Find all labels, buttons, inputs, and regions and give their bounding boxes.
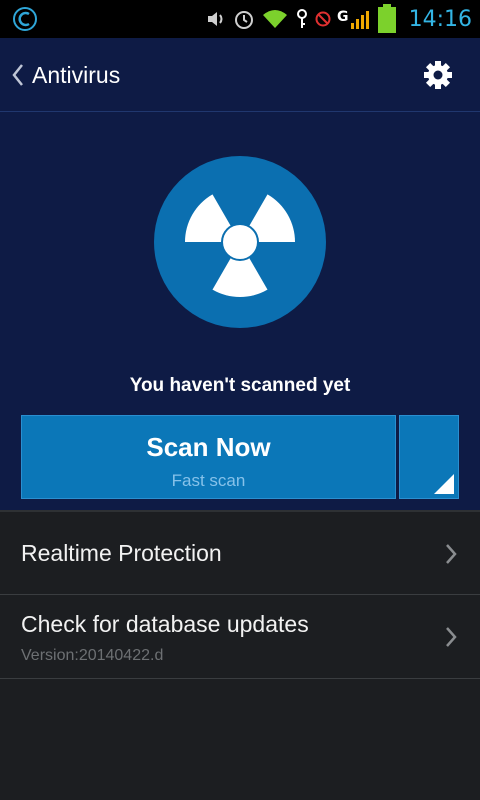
scan-type-label: Fast scan — [171, 471, 246, 490]
status-icons: G 14:16 — [199, 0, 472, 38]
radiation-icon — [154, 156, 326, 328]
scan-hero: Antivirus You haven't scanned yet Scan N… — [0, 38, 480, 510]
list-item-label: Check for database updates — [21, 611, 309, 637]
wifi-icon — [261, 8, 289, 30]
chevron-right-icon — [444, 542, 458, 566]
scan-options-button[interactable] — [399, 415, 459, 499]
svg-text:G: G — [337, 9, 349, 25]
g-signal-icon: G — [337, 7, 371, 31]
page-title[interactable]: Antivirus — [32, 58, 120, 92]
list-item-label: Realtime Protection — [21, 540, 222, 566]
key-icon — [295, 8, 309, 30]
database-version: Version:20140422.d — [21, 647, 164, 664]
chevron-right-icon — [444, 625, 458, 649]
app-bar: Antivirus — [0, 38, 480, 112]
gear-icon[interactable] — [422, 59, 454, 91]
scan-now-button[interactable]: Scan Now Fast scan — [21, 415, 396, 499]
no-sim-icon — [315, 11, 331, 27]
list-item-database-updates[interactable]: Check for database updates Version:20140… — [0, 595, 480, 679]
chevron-left-icon[interactable] — [10, 62, 26, 88]
list-item-realtime-protection[interactable]: Realtime Protection — [0, 512, 480, 595]
app-logo-icon — [12, 6, 38, 32]
scan-status-text: You haven't scanned yet — [129, 375, 351, 396]
status-clock: 14:16 — [408, 6, 472, 32]
battery-icon — [377, 4, 397, 34]
volume-icon — [205, 8, 227, 30]
status-bar: G 14:16 — [0, 0, 480, 38]
alarm-icon — [233, 8, 255, 30]
scan-now-label: Scan Now — [146, 432, 271, 462]
settings-list: Realtime Protection Check for database u… — [0, 512, 480, 679]
corner-triangle-icon — [434, 474, 454, 494]
